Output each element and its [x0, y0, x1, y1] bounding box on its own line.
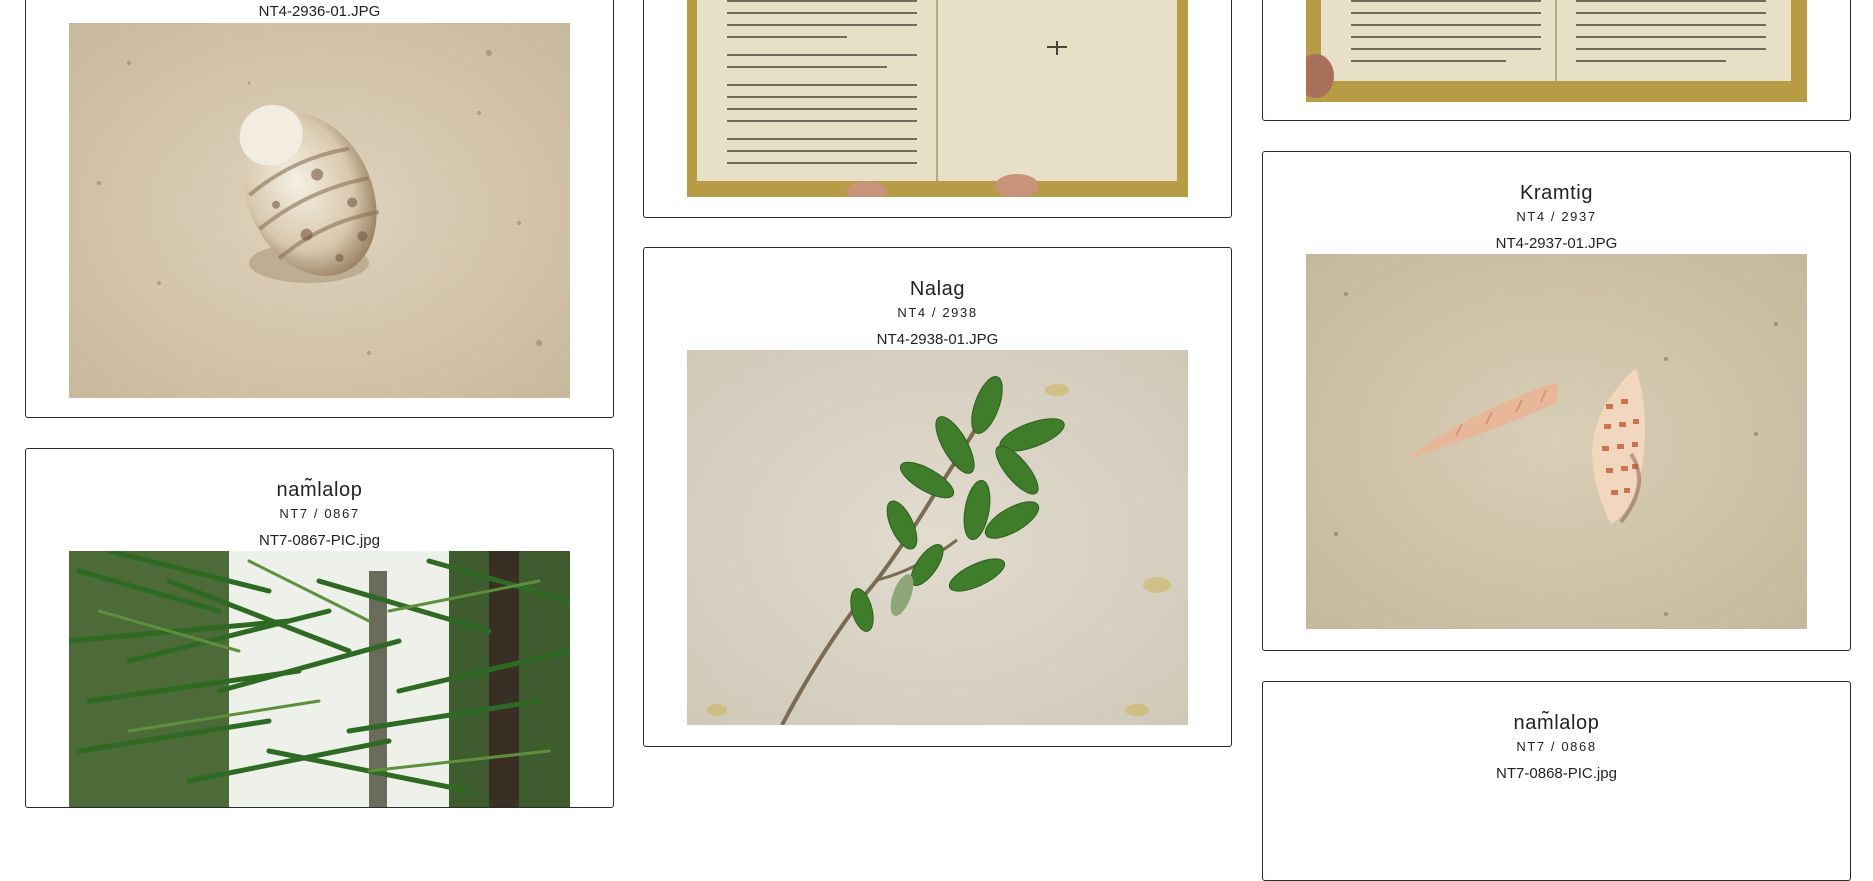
entry-title[interactable]: Nalag	[644, 278, 1231, 301]
entry-title[interactable]: nam̃lalop	[1263, 712, 1850, 735]
mangrove-leaves-photo[interactable]	[687, 350, 1188, 725]
image-filename: NT7-0868-PIC.jpg	[1496, 765, 1617, 782]
entry-card[interactable]: Kramtig NT4 / 2937 NT4-2937-01.JPG	[1262, 151, 1851, 651]
image-filename: NT4-2938-01.JPG	[876, 331, 999, 348]
entry-card[interactable]: nam̃lalop NT7 / 0868 NT7-0868-PIC.jpg	[1262, 681, 1851, 881]
entry-code: NT7 / 0868	[1516, 739, 1597, 754]
entry-card[interactable]	[1262, 0, 1851, 121]
image-filename: NT4-2936-01.JPG	[258, 3, 381, 20]
entry-card[interactable]: Nalag NT4 / 2938 NT4-2938-01.JPG	[643, 247, 1232, 747]
entry-card[interactable]: nam̃lalop NT7 / 0867 NT7-0867-PIC.jpg	[25, 448, 614, 808]
open-book-photo[interactable]	[687, 0, 1188, 197]
entry-code: NT7 / 0867	[279, 506, 360, 521]
image-filename: NT7-0867-PIC.jpg	[259, 532, 380, 549]
shell-photo[interactable]	[69, 23, 570, 398]
entry-title[interactable]: Kramtig	[1263, 182, 1850, 205]
entry-card[interactable]	[643, 0, 1232, 218]
entry-title[interactable]: nam̃lalop	[26, 479, 613, 502]
open-book-photo[interactable]	[1306, 0, 1807, 102]
image-filename: NT4-2937-01.JPG	[1495, 235, 1618, 252]
entry-card[interactable]: NT4-2936-01.JPG	[25, 0, 614, 418]
bamboo-photo[interactable]	[69, 551, 570, 807]
entry-code: NT4 / 2937	[1516, 209, 1597, 224]
two-shells-photo[interactable]	[1306, 254, 1807, 629]
entry-code: NT4 / 2938	[897, 305, 978, 320]
